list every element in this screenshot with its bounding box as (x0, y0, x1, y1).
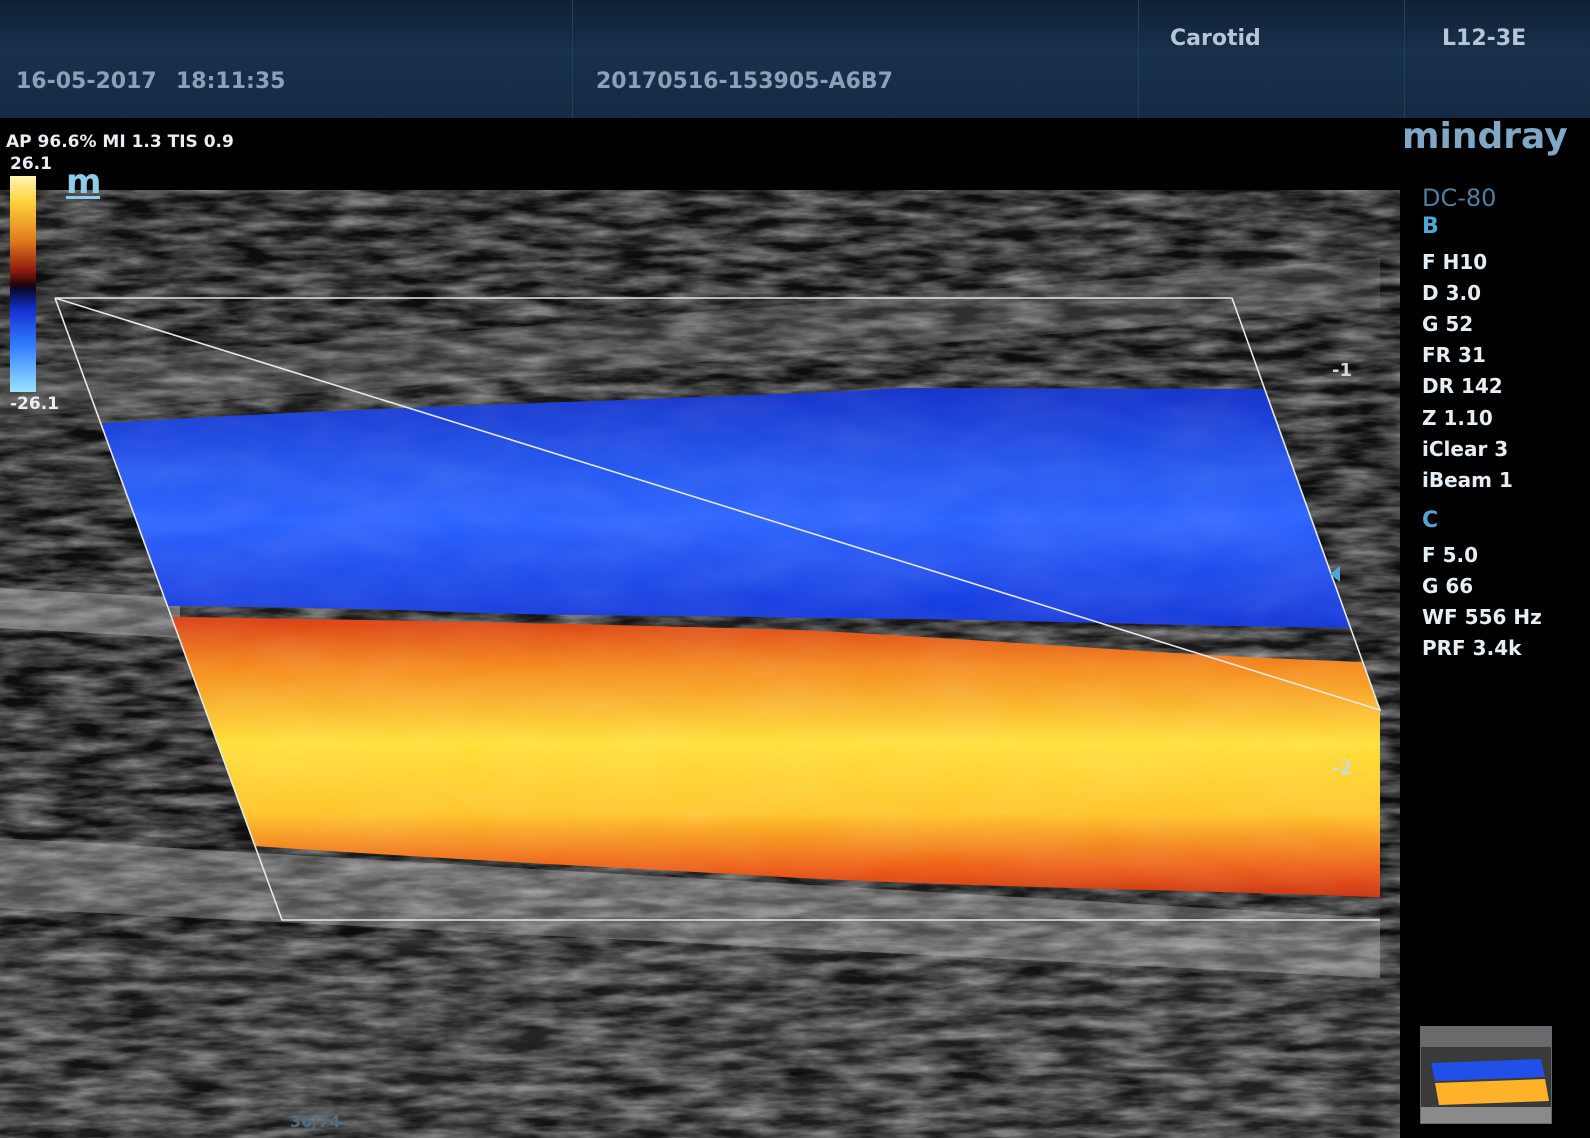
b-param[interactable]: DR 142 (1422, 374, 1503, 398)
c-param[interactable]: WF 556 Hz (1422, 605, 1542, 629)
b-param[interactable]: FR 31 (1422, 343, 1486, 367)
header-cell-exam (572, 0, 1139, 118)
velocity-colorbar (10, 176, 36, 392)
depth-mark-2: -2 (1332, 758, 1353, 779)
colorbar-max-label: 26.1 (10, 154, 52, 174)
colorbar-min-label: -26.1 (10, 394, 59, 414)
header-bar: 16-05-2017 18:11:35 20170516-153905-A6B7… (0, 0, 1590, 119)
c-param[interactable]: F 5.0 (1422, 543, 1478, 567)
header-cell-preset (1138, 0, 1405, 118)
depth-label-2: 2 (1339, 758, 1353, 779)
thumbnail-image (1421, 1027, 1551, 1123)
frame-counter: 36/74 (290, 1112, 341, 1131)
probe-name[interactable]: L12-3E (1442, 26, 1526, 51)
exam-date: 16-05-2017 (16, 69, 157, 94)
b-param[interactable]: D 3.0 (1422, 281, 1481, 305)
thumbnail-preview[interactable] (1420, 1026, 1552, 1124)
ultrasound-image[interactable]: AP 96.6% MI 1.3 TIS 0.9 26.1 -26.1 m -1 … (0, 118, 1400, 1138)
header-cell-datetime (0, 0, 573, 118)
parameter-panel: mindray DC-80 B F H10 D 3.0 G 52 FR 31 D… (1400, 116, 1590, 1138)
b-mode-title: B (1422, 214, 1439, 239)
device-model: DC-80 (1422, 184, 1497, 212)
preset-name[interactable]: Carotid (1170, 26, 1261, 51)
b-param[interactable]: Z 1.10 (1422, 406, 1493, 430)
exam-time: 18:11:35 (176, 69, 286, 94)
mode-m-icon[interactable]: m (66, 162, 102, 202)
depth-mark-1: -1 (1332, 360, 1353, 381)
b-param[interactable]: G 52 (1422, 312, 1473, 336)
brand-logo: mindray (1402, 116, 1568, 157)
c-param[interactable]: G 66 (1422, 574, 1473, 598)
exam-id: 20170516-153905-A6B7 (596, 69, 893, 94)
mode-m-glyph: m (66, 162, 102, 202)
acoustic-readout: AP 96.6% MI 1.3 TIS 0.9 (6, 132, 234, 152)
b-param[interactable]: F H10 (1422, 250, 1487, 274)
b-param[interactable]: iBeam 1 (1422, 468, 1513, 492)
c-mode-title: C (1422, 508, 1439, 533)
depth-label-1: 1 (1339, 360, 1353, 381)
ultrasound-canvas (0, 118, 1400, 1138)
c-param[interactable]: PRF 3.4k (1422, 636, 1521, 660)
b-param[interactable]: iClear 3 (1422, 437, 1508, 461)
